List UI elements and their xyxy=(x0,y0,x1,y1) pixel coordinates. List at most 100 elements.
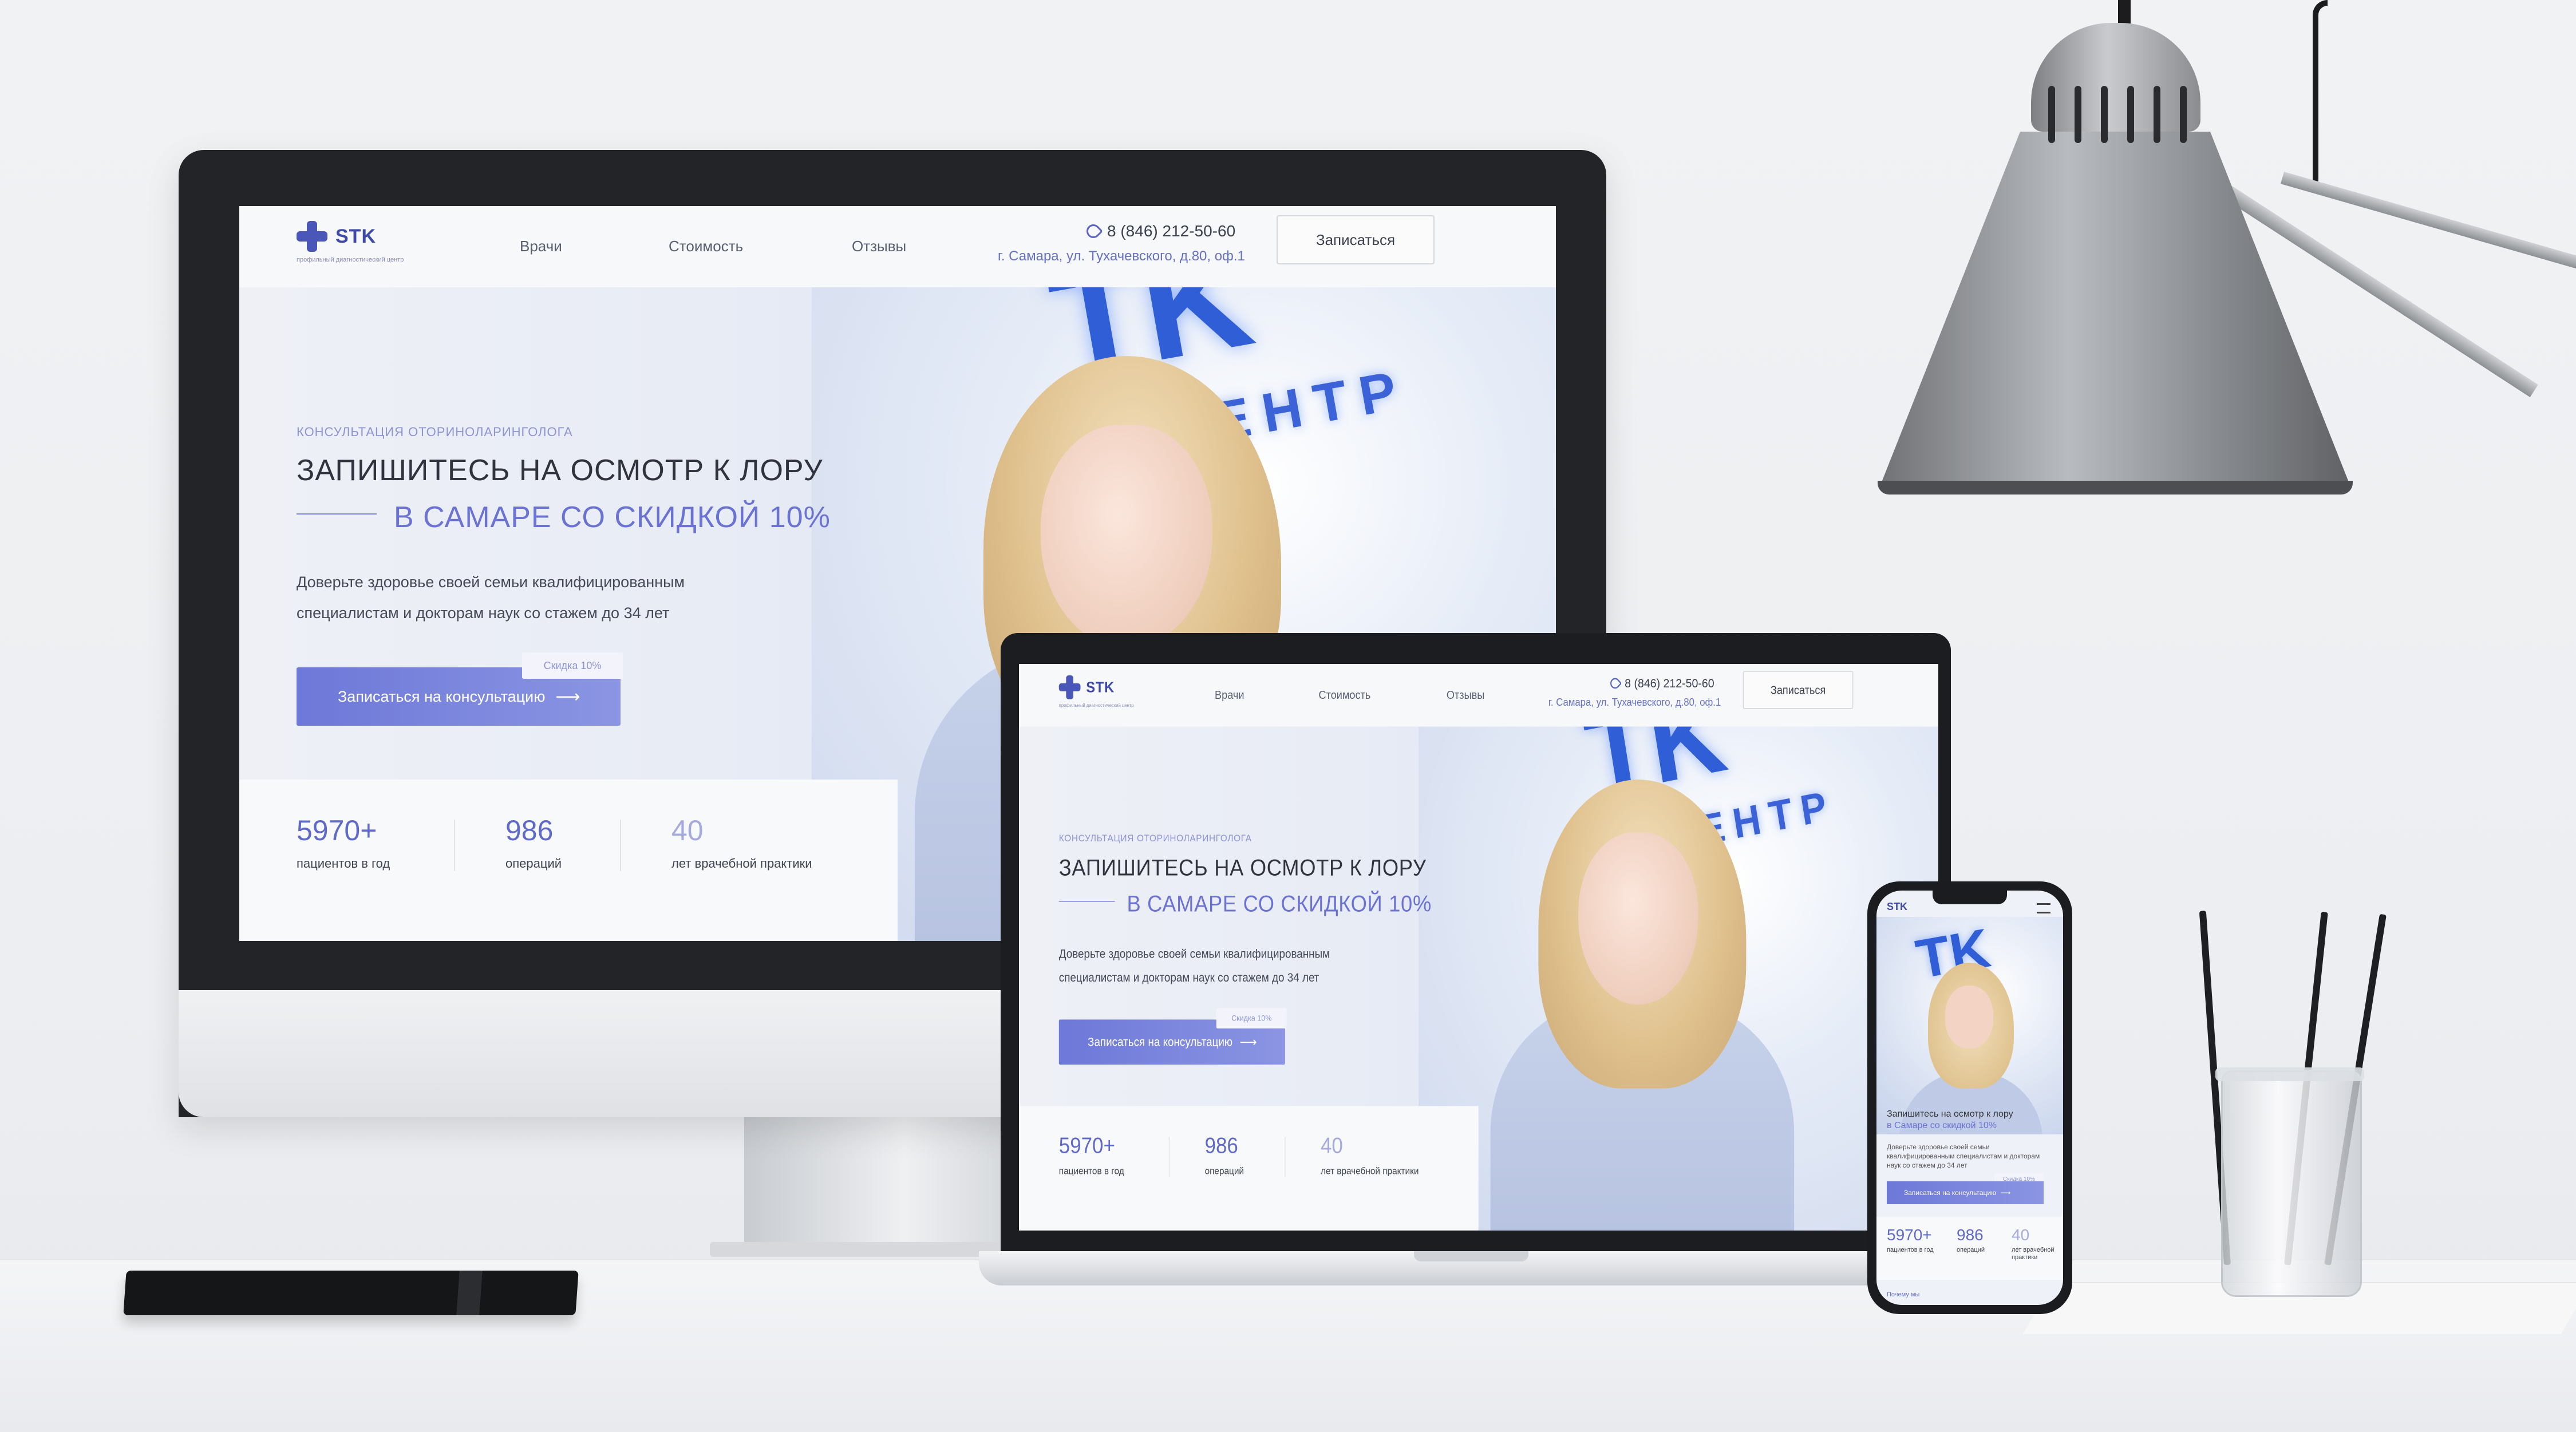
hero-headline: ЗАПИШИТЕСЬ НА ОСМОТР К ЛОРУ xyxy=(1058,855,1427,881)
stat-patients: 5970+ пациентов в год xyxy=(297,814,390,871)
stat-value: 986 xyxy=(505,814,554,846)
header-phone[interactable]: 8 (846) 212-50-60 xyxy=(1608,675,1714,691)
site-logo[interactable]: STK xyxy=(297,221,376,252)
hamburger-menu-icon[interactable] xyxy=(2037,903,2050,913)
stat-experience: 40 лет врачебной практики xyxy=(2012,1226,2057,1261)
lamp-vent xyxy=(2101,86,2108,143)
signup-button[interactable]: Записаться xyxy=(1743,671,1854,709)
consultation-button-label: Записаться на консультацию xyxy=(1904,1189,1997,1197)
stat-experience: 40 лет врачебной практики xyxy=(1321,1133,1419,1177)
discount-badge: Скидка 10% xyxy=(522,652,623,679)
nav-link-prices[interactable]: Стоимость xyxy=(1319,688,1371,702)
lamp-rim xyxy=(1878,481,2353,495)
pencil-jar xyxy=(2221,1070,2362,1297)
headline-divider xyxy=(297,513,377,515)
signup-button[interactable]: Записаться xyxy=(1277,215,1435,264)
stat-label: пациентов в год xyxy=(1887,1247,1934,1253)
hero-kicker: КОНСУЛЬТАЦИЯ ОТОРИНОЛАРИНГОЛОГА xyxy=(297,425,573,439)
arrow-right-icon: ⟶ xyxy=(1239,1035,1257,1050)
cross-logo-icon xyxy=(1058,675,1081,699)
logo-tagline: профильный диагностический центр xyxy=(1058,702,1134,709)
nav-link-doctors[interactable]: Врачи xyxy=(520,238,562,255)
lamp-vent xyxy=(2154,86,2160,143)
stat-value: 40 xyxy=(1320,1133,1343,1158)
stat-divider xyxy=(454,820,455,871)
header-address: г. Самара, ул. Тухачевского, д.80, оф.1 xyxy=(998,248,1245,264)
lamp-vent xyxy=(2180,86,2187,143)
stats-panel: 5970+ пациентов в год 986 операций 40 ле… xyxy=(1876,1217,2063,1280)
stat-value: 986 xyxy=(1204,1133,1238,1158)
hero-headline-accent: В САМАРЕ СО СКИДКОЙ 10% xyxy=(1127,891,1432,917)
hero-description: Доверьте здоровье своей семьи квалифицир… xyxy=(1887,1143,2040,1169)
header-address: г. Самара, ул. Тухачевского, д.80, оф.1 xyxy=(1548,697,1721,709)
stat-label: операций xyxy=(1957,1247,1985,1253)
hero-description: Доверьте здоровье своей семьи квалифицир… xyxy=(297,573,685,622)
hero-photo: TK xyxy=(1876,917,2063,1134)
phone-icon xyxy=(1608,675,1622,691)
stat-label: лет врачебной практики xyxy=(2012,1247,2055,1261)
consultation-button[interactable]: Записаться на консультацию ⟶ xyxy=(1887,1181,2044,1204)
hero-headline-accent: В САМАРЕ СО СКИДКОЙ 10% xyxy=(394,501,831,534)
nav-link-doctors[interactable]: Врачи xyxy=(1215,688,1244,702)
lamp-cable xyxy=(2313,0,2328,189)
lamp-vent xyxy=(2048,86,2055,143)
phone-number: 8 (846) 212-50-60 xyxy=(1107,222,1236,240)
hero-headline: Запишитесь на осмотр к лору xyxy=(1887,1109,2013,1119)
lamp-head xyxy=(2031,23,2200,132)
hero-headline: ЗАПИШИТЕСЬ НА ОСМОТР К ЛОРУ xyxy=(297,454,823,487)
site-header: STK профильный диагностический центр Вра… xyxy=(1019,664,1938,727)
phone-number: 8 (846) 212-50-60 xyxy=(1625,676,1714,690)
laptop-opening-notch xyxy=(1414,1251,1528,1261)
stat-label: операций xyxy=(1204,1165,1244,1177)
cross-logo-icon xyxy=(297,221,327,252)
nav-link-reviews[interactable]: Отзывы xyxy=(852,238,906,255)
laptop-screen: STK профильный диагностический центр Вра… xyxy=(1019,664,1938,1231)
stat-operations: 986 операций xyxy=(1957,1226,1985,1254)
headline-divider xyxy=(1058,901,1115,902)
discount-badge: Скидка 10% xyxy=(1216,1008,1287,1028)
stat-label: лет врачебной практики xyxy=(671,856,812,871)
arrow-right-icon: ⟶ xyxy=(2001,1189,2011,1197)
photo-person-face xyxy=(1945,986,1993,1049)
stats-panel: 5970+ пациентов в год 986 операций 40 ле… xyxy=(1019,1106,1479,1231)
stat-value: 5970+ xyxy=(1058,1133,1115,1158)
stat-patients: 5970+ пациентов в год xyxy=(1059,1133,1124,1177)
notebook-band xyxy=(456,1271,483,1315)
photo-person-face xyxy=(1578,832,1698,1005)
hero-kicker: КОНСУЛЬТАЦИЯ ОТОРИНОЛАРИНГОЛОГА xyxy=(1058,832,1252,844)
consultation-button-label: Записаться на консультацию xyxy=(1088,1035,1233,1049)
consultation-button-label: Записаться на консультацию xyxy=(338,687,546,705)
nav-link-prices[interactable]: Стоимость xyxy=(669,238,743,255)
arrow-right-icon: ⟶ xyxy=(555,687,580,706)
photo-person-face xyxy=(1041,425,1212,648)
logo-tagline: профильный диагностический центр xyxy=(297,256,404,263)
stat-operations: 986 операций xyxy=(1205,1133,1244,1177)
header-phone[interactable]: 8 (846) 212-50-60 xyxy=(1084,221,1236,241)
stat-value: 5970+ xyxy=(1887,1226,1932,1244)
stat-label: пациентов в год xyxy=(297,856,390,871)
logo-text: STK xyxy=(1086,678,1115,696)
lamp-vent xyxy=(2075,86,2081,143)
phone-notch xyxy=(1933,891,2007,904)
stat-label: лет врачебной практики xyxy=(1320,1165,1419,1177)
hero-section: TK ИЙ ЦЕНТР КОНСУЛЬТАЦИЯ ОТОРИНОЛАРИНГОЛ… xyxy=(1019,726,1938,1231)
site-header: STK профильный диагностический центр Вра… xyxy=(239,206,1556,287)
site-logo[interactable]: STK xyxy=(1058,675,1115,699)
stat-divider xyxy=(1168,1137,1170,1177)
phone-icon xyxy=(1084,221,1103,241)
lamp-vent xyxy=(2127,86,2134,143)
notebook xyxy=(123,1271,579,1315)
hero-description: Доверьте здоровье своей семьи квалифицир… xyxy=(1058,947,1330,984)
stat-experience: 40 лет врачебной практики xyxy=(671,814,812,871)
phone-screen: TK STK Запишитесь на осмотр к лору в Сам… xyxy=(1876,891,2063,1305)
stats-panel: 5970+ пациентов в год 986 операций 40 ле… xyxy=(239,780,898,941)
stat-label: операций xyxy=(505,856,562,871)
nav-link-reviews[interactable]: Отзывы xyxy=(1447,688,1484,702)
site-logo[interactable]: STK xyxy=(1887,901,1907,913)
stat-value: 40 xyxy=(2012,1226,2030,1244)
jar-rim xyxy=(2215,1067,2364,1081)
hero-headline-accent: в Самаре со скидкой 10% xyxy=(1887,1121,1997,1130)
why-us-link[interactable]: Почему мы xyxy=(1887,1291,1919,1298)
stat-divider xyxy=(620,820,621,871)
stat-value: 5970+ xyxy=(297,814,377,846)
